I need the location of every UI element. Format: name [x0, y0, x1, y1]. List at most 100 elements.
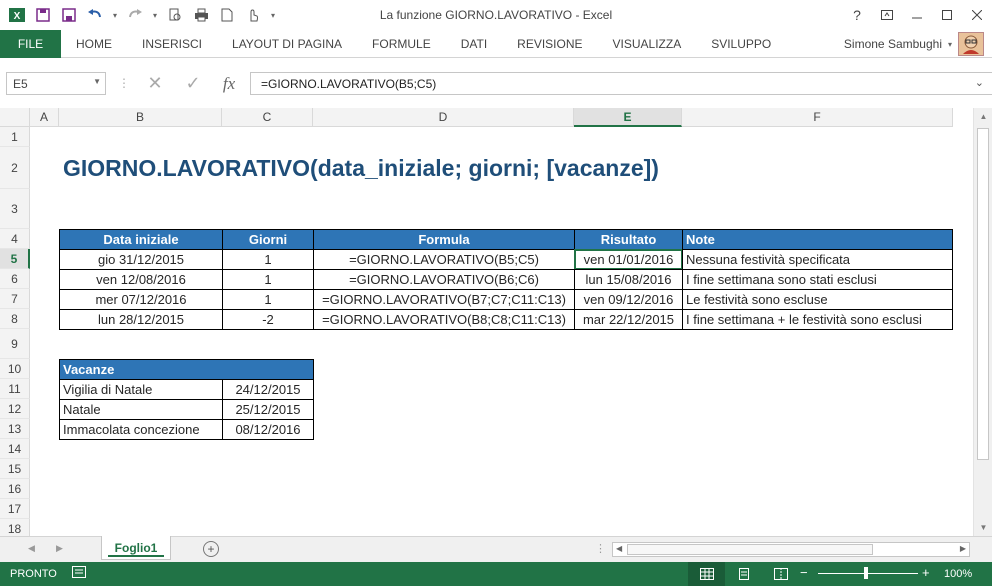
tab-insert[interactable]: INSERISCI	[127, 30, 217, 58]
row-header-3[interactable]: 3	[0, 189, 30, 229]
user-account[interactable]: Simone Sambughi ▾	[844, 30, 952, 58]
select-all-corner[interactable]	[0, 108, 30, 127]
tab-view[interactable]: VISUALIZZA	[598, 30, 697, 58]
holiday-date-cell[interactable]: 08/12/2016	[222, 419, 314, 440]
holiday-name-cell[interactable]: Vigilia di Natale	[59, 379, 223, 400]
zoom-level[interactable]: 100%	[944, 568, 972, 580]
zoom-out-icon[interactable]: −	[800, 565, 808, 580]
row-header-16[interactable]: 16	[0, 479, 30, 499]
row-header-18[interactable]: 18	[0, 519, 30, 536]
tab-formulas[interactable]: FORMULE	[357, 30, 446, 58]
row-header-11[interactable]: 11	[0, 379, 30, 399]
table-header-start-date[interactable]: Data iniziale	[59, 229, 223, 250]
table-header-notes[interactable]: Note	[682, 229, 953, 250]
page-layout-view-icon[interactable]	[725, 562, 762, 586]
column-header-f[interactable]: F	[682, 108, 953, 127]
table-cell-formula[interactable]: =GIORNO.LAVORATIVO(B6;C6)	[313, 269, 575, 290]
table-header-formula[interactable]: Formula	[313, 229, 575, 250]
table-cell-days[interactable]: 1	[222, 289, 314, 310]
table-cell-notes[interactable]: Nessuna festività specificata	[682, 249, 953, 270]
horizontal-scroll-thumb[interactable]	[627, 544, 873, 555]
restore-icon[interactable]	[932, 0, 962, 30]
holiday-date-cell[interactable]: 25/12/2015	[222, 399, 314, 420]
table-cell-notes[interactable]: I fine settimana sono stati esclusi	[682, 269, 953, 290]
zoom-track[interactable]	[818, 573, 918, 574]
formula-bar-splitter-icon[interactable]: ⋮	[118, 76, 130, 90]
sheet-tab-foglio1[interactable]: Foglio1	[101, 536, 171, 560]
column-header-e[interactable]: E	[574, 108, 682, 127]
table-cell-result-active[interactable]: ven 01/01/2016	[574, 249, 683, 270]
table-cell-start-date[interactable]: gio 31/12/2015	[59, 249, 223, 270]
insert-function-icon[interactable]: fx	[214, 72, 244, 95]
cancel-entry-icon[interactable]: ✕	[140, 72, 170, 95]
scroll-left-icon[interactable]: ◀	[616, 544, 622, 553]
zoom-slider[interactable]: − +	[800, 565, 935, 581]
table-cell-result[interactable]: ven 09/12/2016	[574, 289, 683, 310]
column-header-c[interactable]: C	[222, 108, 313, 127]
row-header-1[interactable]: 1	[0, 127, 30, 147]
horizontal-scrollbar[interactable]: ◀ ▶	[612, 542, 970, 557]
zoom-handle[interactable]	[864, 567, 868, 579]
holiday-name-cell[interactable]: Immacolata concezione	[59, 419, 223, 440]
table-cell-start-date[interactable]: mer 07/12/2016	[59, 289, 223, 310]
table-cell-result[interactable]: lun 15/08/2016	[574, 269, 683, 290]
minimize-icon[interactable]	[902, 0, 932, 30]
column-header-b[interactable]: B	[59, 108, 222, 127]
table-cell-notes[interactable]: I fine settimana + le festività sono esc…	[682, 309, 953, 330]
page-title[interactable]: GIORNO.LAVORATIVO(data_iniziale; giorni;…	[63, 147, 923, 189]
tab-file[interactable]: FILE	[0, 30, 61, 58]
next-sheet-icon[interactable]: ▶	[56, 543, 63, 554]
column-header-d[interactable]: D	[313, 108, 574, 127]
avatar[interactable]	[958, 32, 984, 56]
table-header-result[interactable]: Risultato	[574, 229, 683, 250]
ribbon-display-options-icon[interactable]	[872, 0, 902, 30]
vertical-scroll-thumb[interactable]	[977, 128, 989, 460]
worksheet-grid[interactable]: A B C D E F 1 2 3 4 5 6 7 8 9 10 11 12 1…	[0, 108, 992, 536]
row-header-9[interactable]: 9	[0, 329, 30, 359]
table-header-days[interactable]: Giorni	[222, 229, 314, 250]
row-header-14[interactable]: 14	[0, 439, 30, 459]
tab-splitter-icon[interactable]: ⋮	[595, 542, 606, 555]
formula-input[interactable]: =GIORNO.LAVORATIVO(B5;C5) ⌄	[250, 72, 992, 95]
holiday-date-cell[interactable]: 24/12/2015	[222, 379, 314, 400]
table-cell-days[interactable]: 1	[222, 249, 314, 270]
table-cell-formula[interactable]: =GIORNO.LAVORATIVO(B7;C7;C11:C13)	[313, 289, 575, 310]
close-icon[interactable]	[962, 0, 992, 30]
row-header-8[interactable]: 8	[0, 309, 30, 329]
name-box[interactable]: E5 ▼	[6, 72, 106, 95]
table-cell-start-date[interactable]: ven 12/08/2016	[59, 269, 223, 290]
confirm-entry-icon[interactable]: ✓	[178, 72, 208, 95]
vertical-scrollbar[interactable]: ▲ ▼	[973, 108, 992, 536]
table-cell-start-date[interactable]: lun 28/12/2015	[59, 309, 223, 330]
macro-record-icon[interactable]	[72, 566, 86, 581]
add-sheet-icon[interactable]: +	[203, 541, 219, 557]
scroll-up-icon[interactable]: ▲	[974, 108, 992, 125]
tab-page-layout[interactable]: LAYOUT DI PAGINA	[217, 30, 357, 58]
table-cell-days[interactable]: 1	[222, 269, 314, 290]
holidays-header[interactable]: Vacanze	[59, 359, 314, 380]
tab-data[interactable]: DATI	[446, 30, 502, 58]
normal-view-icon[interactable]	[688, 562, 725, 586]
row-header-5[interactable]: 5	[0, 249, 30, 269]
row-header-12[interactable]: 12	[0, 399, 30, 419]
row-header-7[interactable]: 7	[0, 289, 30, 309]
tab-review[interactable]: REVISIONE	[502, 30, 597, 58]
page-break-view-icon[interactable]	[762, 562, 799, 586]
expand-formula-bar-icon[interactable]: ⌄	[975, 76, 984, 89]
table-cell-formula[interactable]: =GIORNO.LAVORATIVO(B5;C5)	[313, 249, 575, 270]
row-header-2[interactable]: 2	[0, 147, 30, 189]
tab-developer[interactable]: SVILUPPO	[696, 30, 786, 58]
table-cell-result[interactable]: mar 22/12/2015	[574, 309, 683, 330]
scroll-down-icon[interactable]: ▼	[974, 519, 992, 536]
scroll-right-icon[interactable]: ▶	[960, 544, 966, 553]
row-header-10[interactable]: 10	[0, 359, 30, 379]
prev-sheet-icon[interactable]: ◀	[28, 543, 35, 554]
column-header-a[interactable]: A	[30, 108, 59, 127]
chevron-down-icon[interactable]: ▼	[93, 77, 101, 86]
row-header-13[interactable]: 13	[0, 419, 30, 439]
zoom-in-icon[interactable]: +	[922, 565, 930, 580]
row-header-6[interactable]: 6	[0, 269, 30, 289]
help-button[interactable]: ?	[842, 0, 872, 30]
table-cell-days[interactable]: -2	[222, 309, 314, 330]
table-cell-notes[interactable]: Le festività sono escluse	[682, 289, 953, 310]
